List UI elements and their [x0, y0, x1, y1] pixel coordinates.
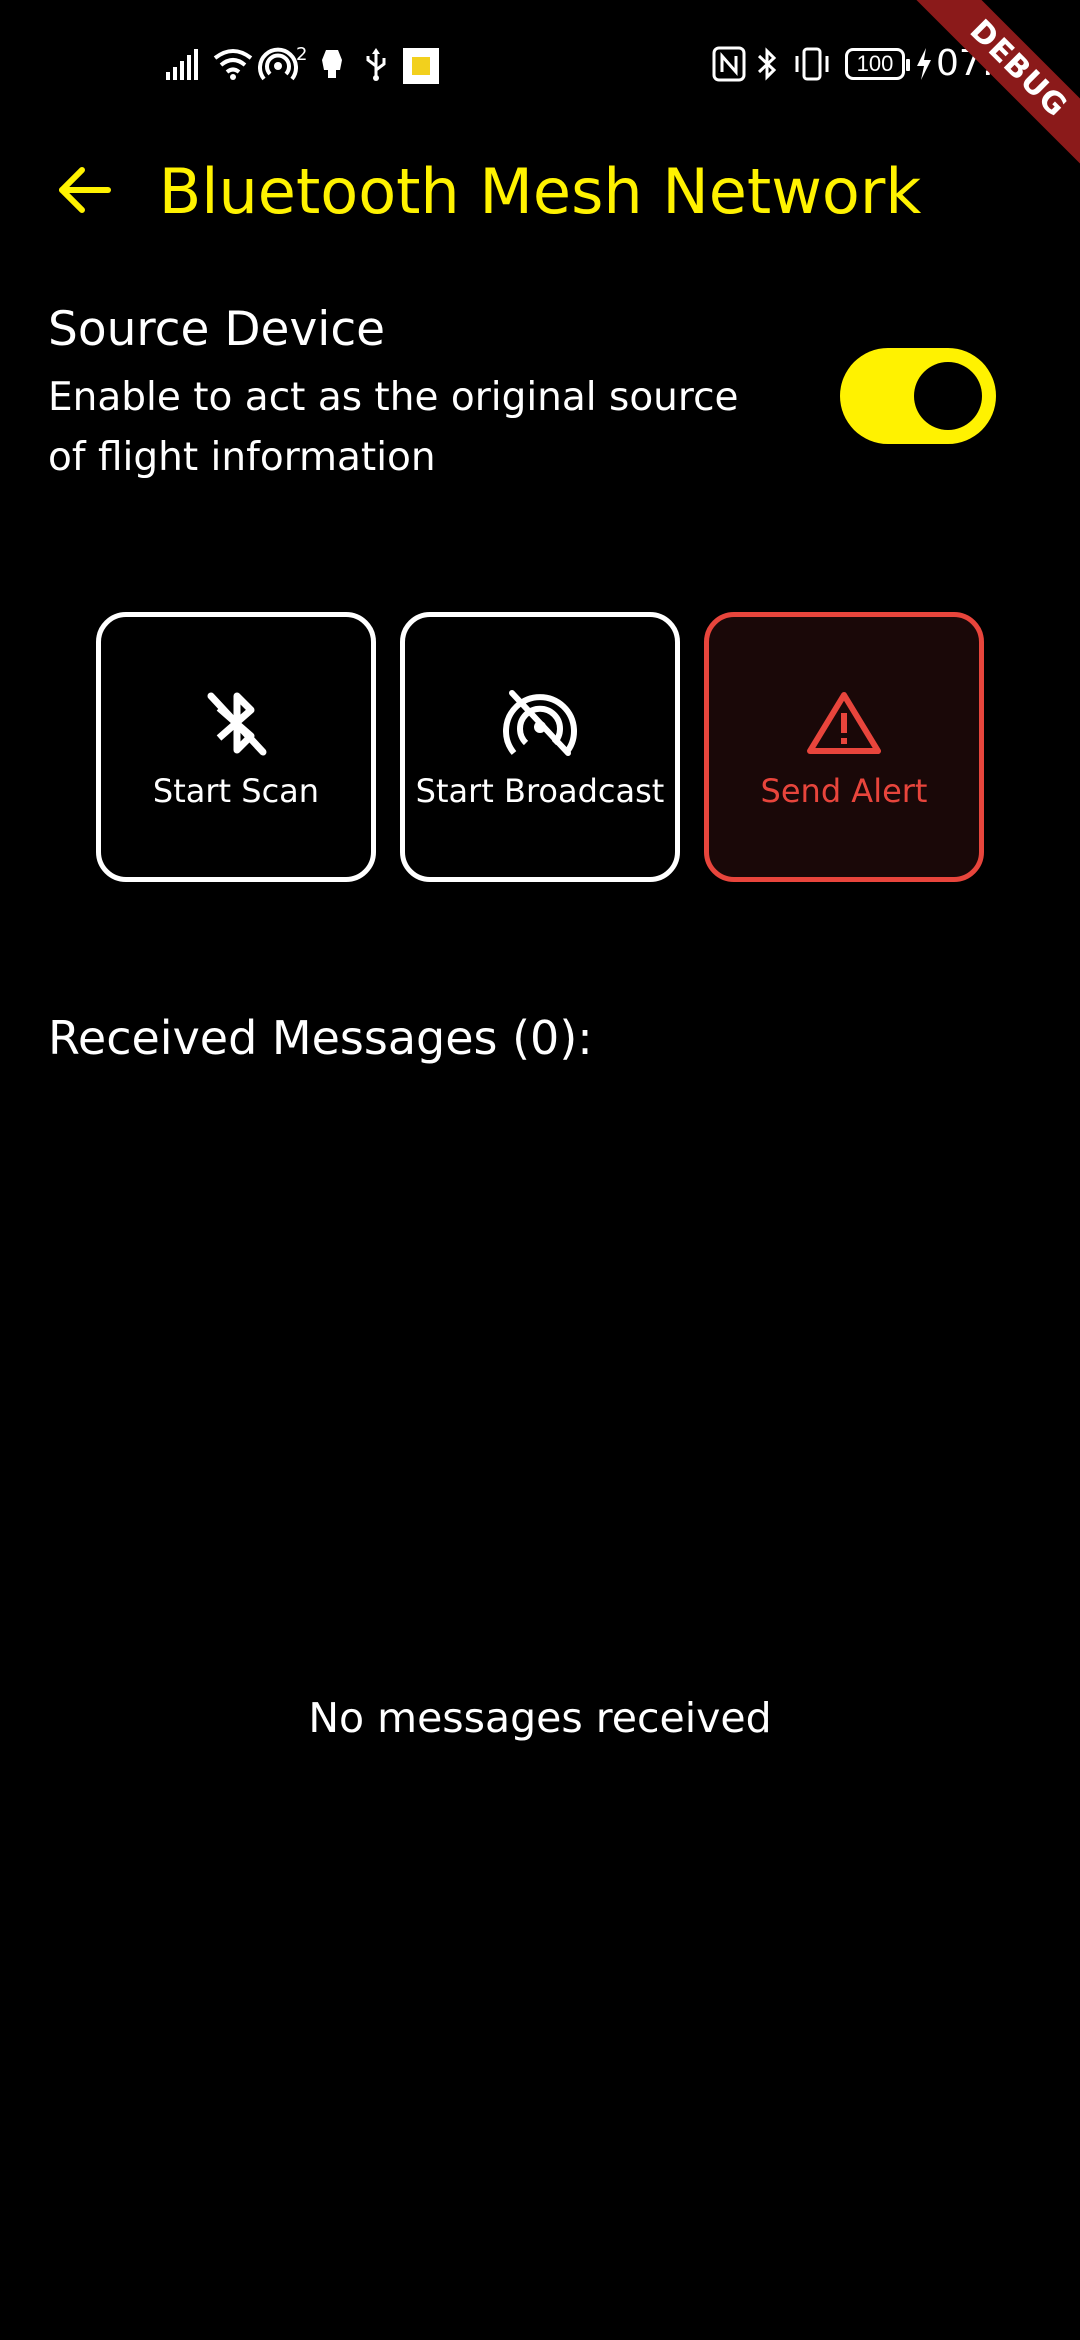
hotspot-icon	[258, 44, 298, 84]
usb-icon	[362, 44, 390, 84]
clock: 07:0	[936, 43, 1017, 84]
warning-icon	[804, 683, 884, 763]
send-alert-button[interactable]: Send Alert	[704, 612, 984, 882]
received-messages-heading: Received Messages (0):	[48, 1011, 593, 1065]
source-device-description: Enable to act as the original source of …	[48, 375, 739, 480]
wifi-icon	[212, 44, 254, 84]
battery-icon: 100	[845, 48, 910, 80]
start-scan-label: Start Scan	[152, 772, 320, 810]
sim-slot-label: 2	[296, 44, 308, 65]
charging-icon	[914, 44, 934, 84]
send-alert-label: Send Alert	[760, 772, 928, 810]
bluetooth-disabled-icon	[196, 683, 276, 763]
toggle-knob	[914, 362, 982, 430]
bluetooth-icon	[754, 44, 780, 84]
page-title: Bluetooth Mesh Network	[158, 155, 922, 228]
empty-messages-text: No messages received	[308, 1694, 772, 1742]
start-scan-button[interactable]: Start Scan	[96, 612, 376, 882]
vibrate-icon	[792, 44, 832, 84]
start-broadcast-label: Start Broadcast	[415, 772, 665, 810]
nfc-icon	[712, 44, 746, 84]
start-broadcast-button[interactable]: Start Broadcast	[400, 612, 680, 882]
source-device-toggle[interactable]	[840, 348, 996, 444]
app-notification-icon	[403, 48, 439, 84]
app-bar: Bluetooth Mesh Network	[0, 140, 1080, 244]
action-buttons: Start Scan Start Broadcast Send Alert	[96, 612, 984, 882]
broadcast-off-icon	[500, 683, 580, 763]
notification-icon	[318, 44, 348, 84]
signal-icon	[164, 44, 200, 84]
status-bar: 2 100 07:0	[0, 0, 1080, 130]
